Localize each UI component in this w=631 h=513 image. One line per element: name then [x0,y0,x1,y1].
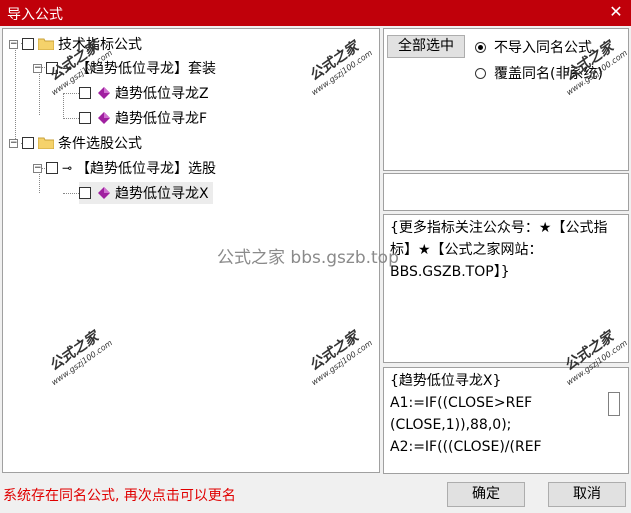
radio-skip-same[interactable]: 不导入同名公式 [475,37,592,57]
formula-line: {趋势低位寻龙X} [390,373,502,389]
formula-line: A2:=IF(((CLOSE)/(REF [390,439,542,455]
tree-group-row[interactable]: − 条件选股公式 [9,132,142,154]
info-text-box: {更多指标关注公众号：★【公式指标】★【公式之家网站：BBS.GSZB.TOP】… [383,214,629,363]
checkbox[interactable] [46,62,58,74]
collapse-icon[interactable]: − [9,138,18,148]
tree-item-row[interactable]: 趋势低位寻龙F [79,107,207,129]
checkbox[interactable] [22,137,34,149]
key-icon: ⊸ [62,61,73,75]
collapse-icon[interactable]: − [33,163,42,173]
cancel-button[interactable]: 取消 [548,482,626,507]
ok-button[interactable]: 确定 [447,482,525,507]
name-field[interactable] [383,173,629,211]
scrollbar-thumb[interactable] [608,392,620,416]
collapse-icon[interactable]: − [33,63,42,73]
tree-group-row[interactable]: − 技术指标公式 [9,33,142,55]
tree-item-label: 趋势低位寻龙F [115,111,208,127]
formula-preview[interactable]: {趋势低位寻龙X} A1:=IF((CLOSE>REF (CLOSE,1)),8… [383,367,629,474]
key-icon: ⊸ [62,161,73,175]
select-all-button[interactable]: 全部选中 [387,35,465,58]
formula-tree[interactable]: − 技术指标公式 − ⊸ 【趋势低位寻龙】套装 趋势低位寻龙Z 趋势低位寻龙F … [2,28,380,473]
tree-item-row[interactable]: 趋势低位寻龙X [79,182,213,204]
tree-group-label: 条件选股公式 [58,136,142,152]
tree-subgroup-row[interactable]: − ⊸ 【趋势低位寻龙】选股 [33,157,216,179]
close-icon[interactable]: ✕ [607,2,625,22]
title-bar: 导入公式 ✕ [0,0,631,26]
folder-icon [38,137,54,149]
checkbox[interactable] [22,38,34,50]
tree-subgroup-label: 【趋势低位寻龙】选股 [76,161,217,177]
formula-icon [98,187,110,199]
folder-icon [38,38,54,50]
checkbox[interactable] [79,87,91,99]
checkbox[interactable] [46,162,58,174]
formula-line: A1:=IF((CLOSE>REF [390,395,533,411]
tree-item-label: 趋势低位寻龙Z [115,86,209,102]
formula-icon [98,87,110,99]
radio-skip-label: 不导入同名公式 [494,40,592,56]
radio-icon[interactable] [475,67,486,79]
tree-group-label: 技术指标公式 [58,37,142,53]
tree-item-label: 趋势低位寻龙X [115,186,209,202]
status-message: 系统存在同名公式, 再次点击可以更名 [3,488,236,504]
checkbox[interactable] [79,187,91,199]
radio-overwrite[interactable]: 覆盖同名(非系统) [475,63,603,83]
radio-icon[interactable] [475,41,486,53]
radio-overwrite-label: 覆盖同名(非系统) [494,66,603,82]
options-panel: 全部选中 不导入同名公式 覆盖同名(非系统) [383,28,629,171]
tree-subgroup-row[interactable]: − ⊸ 【趋势低位寻龙】套装 [33,57,216,79]
window-title: 导入公式 [7,7,63,23]
collapse-icon[interactable]: − [9,39,18,49]
formula-icon [98,112,110,124]
checkbox[interactable] [79,112,91,124]
tree-item-row[interactable]: 趋势低位寻龙Z [79,82,209,104]
tree-subgroup-label: 【趋势低位寻龙】套装 [76,61,217,77]
formula-line: (CLOSE,1)),88,0); [390,417,512,433]
